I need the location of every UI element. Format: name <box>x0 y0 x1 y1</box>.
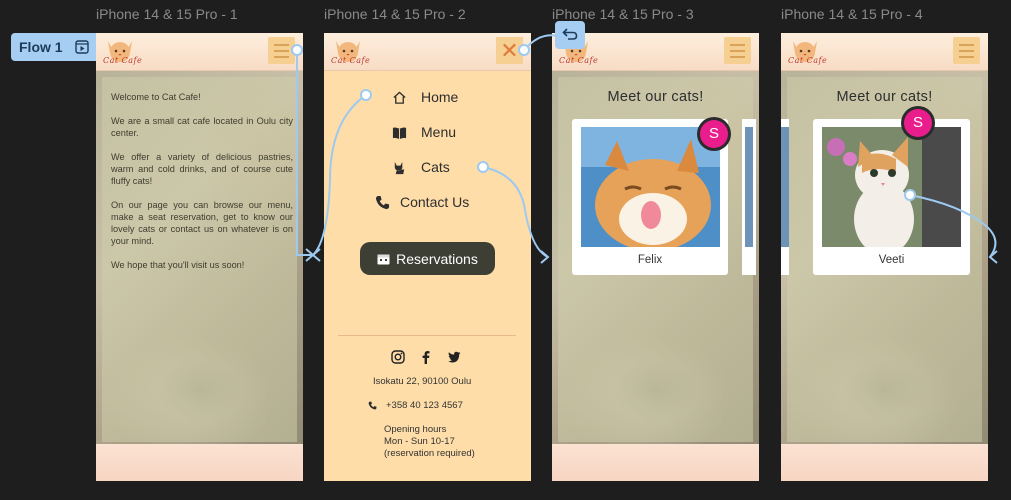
footer-strip <box>96 444 303 481</box>
cat-icon <box>394 161 405 174</box>
welcome-heading: Welcome to Cat Cafe! <box>111 92 201 102</box>
app-header: Cat Cafe <box>96 33 303 71</box>
close-menu-button[interactable]: ✕ <box>496 37 523 64</box>
logo-text: Cat Cafe <box>103 56 143 65</box>
flow-label-text: Flow 1 <box>19 39 63 55</box>
phone-icon <box>368 401 377 410</box>
menu-item-cats[interactable]: Cats <box>392 159 450 175</box>
phone-number-text: +358 40 123 4567 <box>386 400 463 411</box>
menu-item-menu[interactable]: Menu <box>392 124 456 140</box>
phone-frame-menu: Cat Cafe ✕ Home Menu Cats Contact Us Res… <box>324 33 531 481</box>
facebook-icon[interactable] <box>419 350 433 364</box>
menu-item-contact[interactable]: Contact Us <box>375 194 469 210</box>
reservations-button[interactable]: Reservations <box>360 242 495 275</box>
welcome-paragraph: We are a small cat cafe located in Oulu … <box>111 116 293 138</box>
welcome-panel: Welcome to Cat Cafe! We are a small cat … <box>102 77 297 442</box>
menu-item-label: Menu <box>421 124 457 140</box>
cats-title: Meet our cats! <box>607 89 704 105</box>
flow-start-label[interactable]: Flow 1 <box>11 33 96 61</box>
frame-title-4: iPhone 14 & 15 Pro - 4 <box>781 6 923 22</box>
collaborator-avatar[interactable]: S <box>904 109 932 137</box>
welcome-paragraph: On our page you can browse our menu, mak… <box>111 200 293 246</box>
logo-text: Cat Cafe <box>788 56 828 65</box>
footer-strip <box>781 444 988 481</box>
book-icon <box>392 127 407 139</box>
home-icon <box>393 90 406 104</box>
cats-title: Meet our cats! <box>836 89 933 105</box>
hamburger-menu-button[interactable] <box>724 37 751 64</box>
welcome-paragraph: We hope that you'll visit us soon! <box>111 260 245 270</box>
app-header: Cat Cafe <box>781 33 988 71</box>
opening-hours-note: (reservation required) <box>384 448 475 459</box>
phone-frame-cats-2: Cat Cafe Meet our cats! Veeti <box>781 33 988 481</box>
logo-text: Cat Cafe <box>559 56 599 65</box>
twitter-icon[interactable] <box>447 350 461 364</box>
cat-name: Veeti <box>878 254 905 266</box>
hamburger-menu-button[interactable] <box>268 37 295 64</box>
welcome-text: Welcome to Cat Cafe! We are a small cat … <box>111 91 293 283</box>
frame-title-2: iPhone 14 & 15 Pro - 2 <box>324 6 466 22</box>
address-text: Isokatu 22, 90100 Oulu <box>373 376 472 387</box>
welcome-paragraph: We offer a variety of delicious pastries… <box>111 152 293 186</box>
menu-item-label: Contact Us <box>400 194 470 210</box>
back-arrow-icon[interactable] <box>555 21 585 49</box>
logo-text: Cat Cafe <box>331 56 371 65</box>
menu-divider <box>338 335 516 336</box>
menu-item-home[interactable]: Home <box>392 89 458 105</box>
app-header: Cat Cafe ✕ <box>324 33 531 71</box>
cat-photo <box>822 127 961 247</box>
play-frame-icon <box>74 40 89 54</box>
cat-card-veeti[interactable]: Veeti <box>813 119 970 275</box>
phone-icon <box>375 195 390 209</box>
frame-title-3: iPhone 14 & 15 Pro - 3 <box>552 6 694 22</box>
opening-hours-days: Mon - Sun 10-17 <box>384 436 455 447</box>
prev-cat-card-peek[interactable] <box>781 119 789 275</box>
phone-frame-cats-1: Cat Cafe Meet our cats! Felix <box>552 33 759 481</box>
social-links <box>391 350 461 364</box>
frame-title-1: iPhone 14 & 15 Pro - 1 <box>96 6 238 22</box>
opening-hours-title: Opening hours <box>384 424 447 435</box>
menu-item-label: Cats <box>421 159 450 175</box>
hamburger-menu-button[interactable] <box>953 37 980 64</box>
menu-item-label: Home <box>421 89 459 105</box>
footer-strip <box>552 444 759 481</box>
instagram-icon[interactable] <box>391 350 405 364</box>
cat-name: Felix <box>637 254 663 266</box>
next-cat-card-peek[interactable] <box>742 119 756 275</box>
collaborator-avatar[interactable]: S <box>700 120 728 148</box>
cat-photo <box>581 127 720 247</box>
reservations-label: Reservations <box>396 250 478 267</box>
calendar-icon <box>377 254 390 264</box>
phone-frame-home: Cat Cafe Welcome to Cat Cafe! We are a s… <box>96 33 303 481</box>
